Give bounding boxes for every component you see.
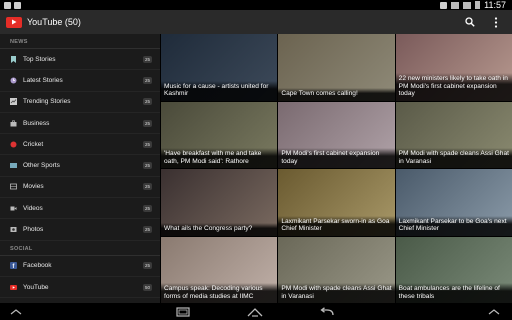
sidebar-item-label: YouTube [23, 283, 49, 291]
youtube-icon [9, 283, 17, 291]
item-count-badge: 25 [142, 119, 152, 127]
notification-icons [4, 1, 21, 9]
video-tile[interactable]: Campus speak: Decoding various forms of … [161, 236, 278, 303]
item-count-badge: 25 [142, 262, 152, 270]
facebook-icon: f [9, 262, 17, 270]
item-count-badge: 25 [142, 76, 152, 84]
video-caption: Laxmikant Parsekar sworn-in as Goa Chief… [278, 215, 395, 236]
download-notification-icon [14, 1, 21, 9]
clock: 11:57 [484, 0, 506, 10]
sidebar-item-label: Top Stories [23, 55, 56, 63]
video-caption: What ails the Congress party? [161, 223, 278, 236]
sidebar-item-label: Latest Stories [23, 76, 63, 84]
video-tile[interactable]: 22 new ministers likely to take oath in … [395, 34, 512, 101]
wifi-icon [451, 1, 460, 9]
item-count-badge: 25 [142, 55, 152, 63]
sidebar-item-facebook[interactable]: f Facebook 25 [0, 256, 160, 277]
sidebar-item-label: Videos [23, 204, 43, 212]
sidebar-item-photos[interactable]: Photos 25 [0, 219, 160, 241]
video-tile[interactable]: PM Modi's first cabinet expansion today [278, 101, 395, 168]
video-tile[interactable]: PM Modi with spade cleans Assi Ghat in V… [278, 236, 395, 303]
photo-icon [9, 226, 17, 234]
sidebar-item-label: Cricket [23, 140, 44, 148]
film-icon [9, 183, 17, 191]
briefcase-icon [9, 119, 17, 127]
item-count-badge: 25 [142, 140, 152, 148]
video-tile[interactable]: Laxmikant Parsekar to be Goa's next Chie… [395, 169, 512, 236]
video-caption: PM Modi's first cabinet expansion today [278, 148, 395, 168]
battery-icon [475, 1, 481, 9]
video-tile[interactable]: Cape Town comes calling! [278, 34, 395, 101]
item-count-badge: 25 [142, 162, 152, 170]
sidebar-item-label: Other Sports [23, 162, 60, 170]
video-tile[interactable]: 'Have breakfast with me and take oath, P… [161, 101, 278, 168]
chevron-up-left-icon[interactable] [8, 306, 24, 318]
bookmark-icon [9, 55, 17, 63]
sidebar-item-youtube[interactable]: YouTube 50 [0, 277, 160, 299]
trending-icon [9, 98, 17, 106]
sidebar-item-movies[interactable]: Movies 25 [0, 177, 160, 199]
item-count-badge: 25 [142, 226, 152, 234]
system-navigation-bar [0, 303, 512, 320]
video-tile[interactable]: Music for a cause - artists united for K… [161, 34, 278, 101]
sports-icon [9, 162, 17, 170]
youtube-logo-icon[interactable] [6, 16, 22, 28]
item-count-badge: 25 [142, 183, 152, 191]
video-caption: PM Modi with spade cleans Assi Ghat in V… [395, 148, 512, 168]
video-caption: Boat ambulances are the lifeline of thes… [395, 283, 512, 303]
video-caption: 22 new ministers likely to take oath in … [395, 73, 512, 101]
app-title: YouTube (50) [27, 17, 81, 27]
youtube-notification-icon [4, 1, 11, 9]
video-grid: Music for a cause - artists united for K… [161, 34, 512, 303]
video-tile[interactable]: Laxmikant Parsekar sworn-in as Goa Chief… [278, 169, 395, 236]
sidebar-item-label: Photos [23, 226, 44, 234]
cricket-icon [9, 140, 17, 148]
sidebar-item-trending-stories[interactable]: Trending Stories 25 [0, 92, 160, 113]
back-icon[interactable] [319, 306, 335, 318]
recent-apps-icon[interactable] [175, 306, 191, 318]
sidebar-item-other-sports[interactable]: Other Sports 25 [0, 155, 160, 177]
sidebar-item-top-stories[interactable]: Top Stories 25 [0, 49, 160, 71]
section-header-news: NEWS [0, 34, 160, 49]
status-bar: 11:57 [0, 0, 512, 10]
item-count-badge: 50 [142, 283, 152, 291]
video-caption: Cape Town comes calling! [278, 88, 395, 101]
home-icon[interactable] [247, 306, 263, 318]
sidebar-item-label: Business [23, 119, 50, 127]
sidebar-item-label: Movies [23, 183, 44, 191]
video-tile[interactable]: PM Modi with spade cleans Assi Ghat in V… [395, 101, 512, 168]
navigation-drawer: NEWS Top Stories 25 Latest Stories 25 Tr… [0, 34, 160, 303]
overflow-menu-icon[interactable] [488, 14, 504, 30]
video-caption: 'Have breakfast with me and take oath, P… [161, 148, 278, 168]
video-icon [9, 204, 17, 212]
clock-icon [9, 76, 17, 84]
system-status: 11:57 [440, 0, 506, 10]
sidebar-item-business[interactable]: Business 25 [0, 113, 160, 135]
sidebar-item-label: Facebook [23, 262, 52, 270]
video-caption: PM Modi with spade cleans Assi Ghat in V… [278, 283, 395, 303]
sidebar-item-label: Trending Stories [23, 98, 71, 106]
video-tile[interactable]: Boat ambulances are the lifeline of thes… [395, 236, 512, 303]
item-count-badge: 25 [142, 204, 152, 212]
sidebar-item-latest-stories[interactable]: Latest Stories 25 [0, 70, 160, 92]
signal-icon [463, 1, 472, 9]
sidebar-item-videos[interactable]: Videos 25 [0, 198, 160, 220]
section-header-social: SOCIAL [0, 241, 160, 256]
video-caption: Campus speak: Decoding various forms of … [161, 283, 278, 303]
action-bar: YouTube (50) [0, 10, 512, 34]
vibrate-icon [440, 1, 448, 9]
video-caption: Laxmikant Parsekar to be Goa's next Chie… [395, 215, 512, 236]
video-caption: Music for a cause - artists united for K… [161, 80, 278, 101]
search-icon[interactable] [462, 14, 478, 30]
sidebar-item-cricket[interactable]: Cricket 25 [0, 134, 160, 156]
video-tile[interactable]: What ails the Congress party? [161, 169, 278, 236]
chevron-up-icon[interactable] [486, 306, 502, 318]
item-count-badge: 25 [142, 98, 152, 106]
